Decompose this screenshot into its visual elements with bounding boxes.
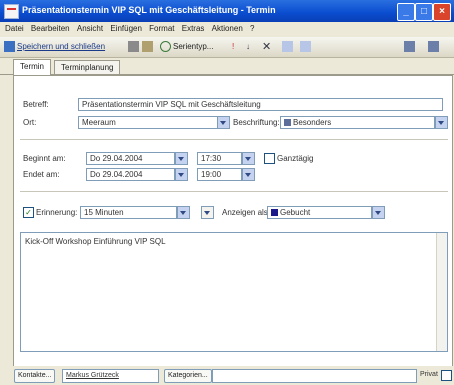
recurrence-button[interactable]: Serientyp... bbox=[160, 40, 213, 54]
private-checkbox[interactable] bbox=[441, 370, 452, 381]
showas-color-swatch bbox=[271, 209, 278, 217]
bottom-bar: Kontakte... Markus Grützeck Kategorien..… bbox=[0, 366, 454, 385]
end-time-input[interactable]: 19:00 bbox=[197, 168, 242, 181]
options-icon bbox=[428, 41, 439, 53]
end-date-input[interactable]: Do 29.04.2004 bbox=[86, 168, 175, 181]
address-book-button[interactable] bbox=[404, 40, 417, 54]
delete-button[interactable]: ✕ bbox=[262, 40, 271, 54]
window-title: Präsentationstermin VIP SQL mit Geschäft… bbox=[22, 5, 276, 15]
start-date-dropdown[interactable] bbox=[175, 152, 188, 165]
label-value: Besonders bbox=[293, 118, 332, 127]
minimize-button[interactable]: _ bbox=[397, 3, 415, 21]
start-date-input[interactable]: Do 29.04.2004 bbox=[86, 152, 175, 165]
appointment-icon bbox=[4, 4, 19, 19]
divider bbox=[20, 139, 448, 140]
end-label: Endet am: bbox=[23, 170, 60, 179]
notes-text: Kick-Off Workshop Einführung VIP SQL bbox=[25, 237, 166, 246]
attach-button[interactable] bbox=[142, 40, 155, 54]
contact-link[interactable]: Markus Grützeck bbox=[66, 372, 119, 379]
next-item-button[interactable] bbox=[300, 40, 313, 54]
reminder-select[interactable]: 15 Minuten bbox=[80, 206, 177, 219]
address-book-icon bbox=[404, 41, 415, 53]
showas-select[interactable]: Gebucht bbox=[267, 206, 372, 219]
showas-value: Gebucht bbox=[280, 208, 311, 217]
next-icon bbox=[300, 41, 311, 53]
location-label: Ort: bbox=[23, 118, 37, 127]
location-input[interactable]: Meeraum bbox=[78, 116, 218, 129]
toolbar: Speichern und schließen Serientyp... ! ↓… bbox=[0, 37, 454, 58]
end-date-dropdown[interactable] bbox=[175, 168, 188, 181]
menu-datei[interactable]: Datei bbox=[5, 24, 24, 33]
label-color-swatch bbox=[284, 119, 291, 127]
appointment-window: Präsentationstermin VIP SQL mit Geschäft… bbox=[0, 0, 454, 385]
start-time-input[interactable]: 17:30 bbox=[197, 152, 242, 165]
print-button[interactable] bbox=[128, 40, 141, 54]
tab-termin[interactable]: Termin bbox=[13, 59, 52, 75]
contacts-input[interactable]: Markus Grützeck bbox=[62, 369, 159, 383]
recurrence-label: Serientyp... bbox=[173, 42, 214, 51]
label-select[interactable]: Besonders bbox=[280, 116, 435, 129]
tab-strip: Termin Terminplanung bbox=[0, 58, 454, 75]
menu-aktionen[interactable]: Aktionen bbox=[212, 24, 243, 33]
allday-checkbox[interactable] bbox=[264, 153, 275, 164]
showas-dropdown[interactable] bbox=[372, 206, 385, 219]
categories-input[interactable] bbox=[212, 369, 417, 383]
showas-label: Anzeigen als: bbox=[222, 208, 271, 217]
menu-bearbeiten[interactable]: Bearbeiten bbox=[31, 24, 70, 33]
reminder-checkbox[interactable]: ✓ bbox=[23, 207, 34, 218]
menu-format[interactable]: Format bbox=[149, 24, 174, 33]
private-label: Privat bbox=[420, 371, 438, 378]
importance-low-button[interactable]: ↓ bbox=[246, 40, 250, 54]
notes-textarea[interactable]: Kick-Off Workshop Einführung VIP SQL bbox=[20, 232, 448, 352]
divider bbox=[20, 191, 448, 192]
notes-scrollbar[interactable] bbox=[436, 233, 447, 351]
end-time-dropdown[interactable] bbox=[242, 168, 255, 181]
label-dropdown[interactable] bbox=[435, 116, 448, 129]
label-label: Beschriftung: bbox=[233, 118, 280, 127]
print-icon bbox=[128, 41, 139, 53]
title-bar: Präsentationstermin VIP SQL mit Geschäft… bbox=[0, 0, 454, 22]
reminder-label: Erinnerung: bbox=[36, 208, 78, 217]
categories-button[interactable]: Kategorien... bbox=[164, 369, 212, 383]
subject-label: Betreff: bbox=[23, 100, 49, 109]
prev-item-button[interactable] bbox=[282, 40, 295, 54]
menu-ansicht[interactable]: Ansicht bbox=[77, 24, 103, 33]
previous-icon bbox=[282, 41, 293, 53]
tab-terminplanung[interactable]: Terminplanung bbox=[54, 60, 121, 74]
recurrence-icon bbox=[160, 41, 171, 53]
save-close-label: Speichern und schließen bbox=[17, 42, 106, 51]
contacts-button[interactable]: Kontakte... bbox=[14, 369, 56, 383]
location-dropdown[interactable] bbox=[217, 116, 230, 129]
appointment-form: Betreff: Präsentationstermin VIP SQL mit… bbox=[13, 75, 453, 367]
subject-input[interactable]: Präsentationstermin VIP SQL mit Geschäft… bbox=[78, 98, 443, 111]
reminder-dropdown[interactable] bbox=[177, 206, 190, 219]
paperclip-icon bbox=[142, 41, 153, 53]
menu-help[interactable]: ? bbox=[250, 24, 254, 33]
menu-extras[interactable]: Extras bbox=[182, 24, 205, 33]
reminder-sound-button[interactable] bbox=[201, 206, 214, 219]
save-close-button[interactable]: Speichern und schließen bbox=[4, 40, 105, 54]
start-time-dropdown[interactable] bbox=[242, 152, 255, 165]
importance-high-button[interactable]: ! bbox=[232, 40, 234, 54]
menu-bar: Datei Bearbeiten Ansicht Einfügen Format… bbox=[0, 22, 454, 36]
menu-einfuegen[interactable]: Einfügen bbox=[110, 24, 142, 33]
allday-label: Ganztägig bbox=[277, 154, 314, 163]
close-button[interactable]: × bbox=[433, 3, 451, 21]
options-button[interactable] bbox=[428, 40, 441, 54]
start-label: Beginnt am: bbox=[23, 154, 66, 163]
maximize-button[interactable]: □ bbox=[415, 3, 433, 21]
save-icon bbox=[4, 41, 15, 53]
